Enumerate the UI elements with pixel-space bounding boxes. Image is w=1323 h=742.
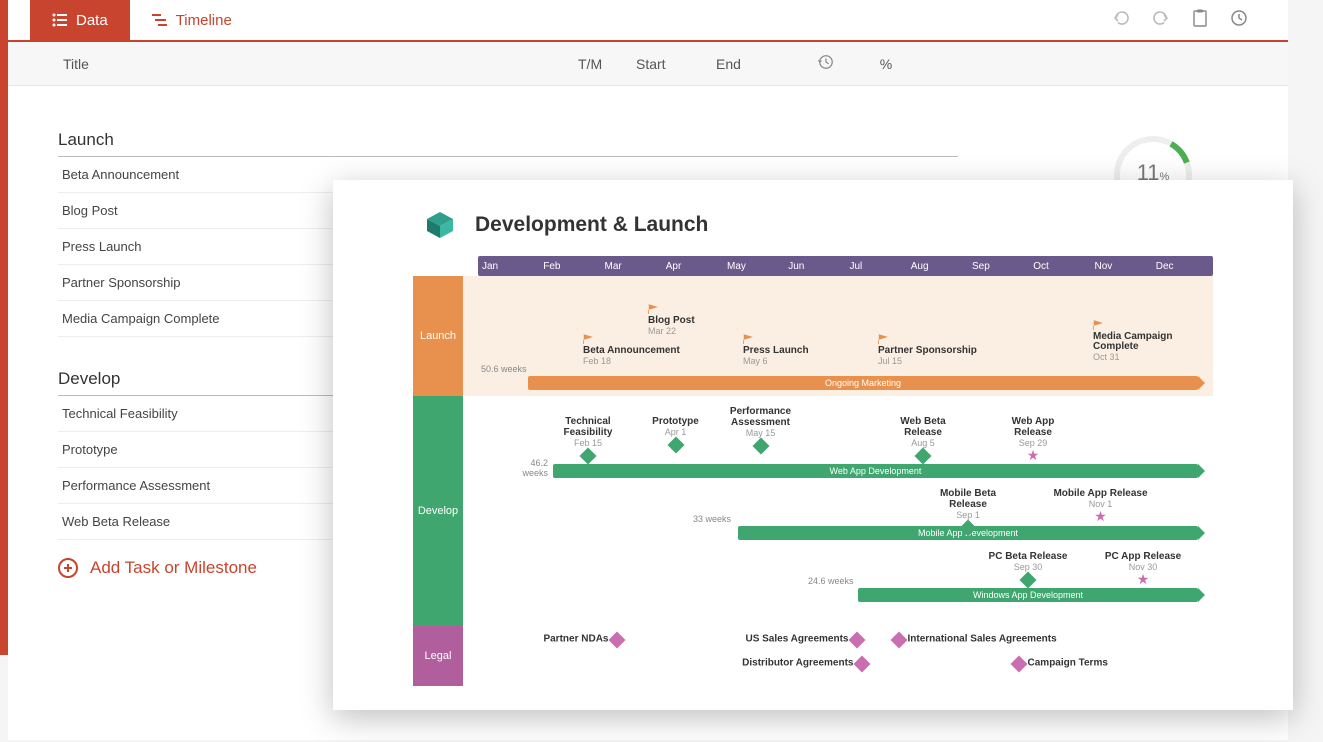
list-icon — [52, 13, 68, 27]
lane-launch-label: Launch — [413, 276, 463, 396]
flag-press-launch[interactable]: Press LaunchMay 6 — [743, 334, 809, 366]
tab-data[interactable]: Data — [30, 0, 130, 41]
ms-pc-release[interactable]: PC App ReleaseNov 30★ — [1103, 551, 1183, 584]
col-end: End — [716, 56, 796, 72]
flag-beta-announcement[interactable]: Beta AnnouncementFeb 18 — [583, 334, 680, 366]
flag-blog-post[interactable]: Blog PostMar 22 — [648, 304, 695, 336]
lane-legal: Legal Partner NDAs US Sales Agreements I… — [413, 626, 1213, 686]
group-launch[interactable]: Launch — [58, 122, 958, 157]
flag-partner-sponsorship[interactable]: Partner SponsorshipJul 15 — [878, 334, 977, 366]
timeline-preview: Development & Launch JanFebMarAprMayJunJ… — [333, 180, 1293, 710]
lane-develop: Develop 46.2 weeks Web App Development T… — [413, 396, 1213, 626]
flag-media-complete[interactable]: Media Campaign CompleteOct 31 — [1093, 320, 1183, 362]
tab-data-label: Data — [76, 12, 108, 29]
bar-web-app[interactable]: Web App Development — [553, 464, 1198, 478]
add-task-button[interactable] — [58, 558, 78, 578]
ms-pc-beta[interactable]: PC Beta ReleaseSep 30 — [988, 551, 1068, 586]
ms-web-release[interactable]: Web App ReleaseSep 29★ — [993, 416, 1073, 460]
ms-tech-feasibility[interactable]: Technical FeasibilityFeb 15 — [553, 416, 623, 462]
lane-develop-label: Develop — [413, 396, 463, 626]
column-headers: Title T/M Start End % — [8, 42, 1288, 86]
undo-button[interactable] — [1112, 9, 1130, 32]
ms-intl-sales[interactable]: International Sales Agreements — [893, 632, 1063, 646]
ms-perf-assess[interactable]: Performance AssessmentMay 15 — [723, 406, 798, 452]
history-icon[interactable] — [1230, 9, 1248, 32]
col-history-icon — [796, 54, 856, 73]
col-pct: % — [856, 56, 916, 72]
app-accent-rail — [0, 0, 8, 655]
lane-legal-label: Legal — [413, 626, 463, 686]
tab-bar: Data Timeline — [8, 0, 1288, 42]
duration-label: 50.6 weeks — [481, 364, 527, 374]
col-title: Title — [8, 56, 578, 72]
tab-timeline[interactable]: Timeline — [130, 0, 254, 41]
duration-label: 24.6 weeks — [808, 576, 854, 586]
ms-mobile-release[interactable]: Mobile App ReleaseNov 1★ — [1053, 488, 1148, 521]
app-logo-icon — [423, 208, 457, 242]
timeline-icon — [152, 13, 168, 27]
bar-windows-app[interactable]: Windows App Development — [858, 588, 1198, 602]
duration-label: 33 weeks — [693, 514, 731, 524]
add-task-label[interactable]: Add Task or Milestone — [90, 558, 257, 578]
month-axis: JanFebMarAprMayJunJulAugSepOctNovDec — [478, 256, 1213, 276]
redo-button[interactable] — [1152, 9, 1170, 32]
ms-campaign-terms[interactable]: Campaign Terms — [1013, 656, 1133, 670]
clipboard-icon[interactable] — [1192, 9, 1208, 32]
col-tm: T/M — [578, 56, 636, 72]
ms-partner-ndas[interactable]: Partner NDAs — [533, 632, 623, 646]
toolbar — [1112, 9, 1288, 32]
ms-mobile-beta[interactable]: Mobile Beta ReleaseSep 1 — [923, 488, 1013, 534]
lane-launch: Launch 50.6 weeks Ongoing Marketing Beta… — [413, 276, 1213, 396]
tab-timeline-label: Timeline — [176, 12, 232, 29]
timeline-title: Development & Launch — [475, 213, 708, 237]
ms-distributor[interactable]: Distributor Agreements — [728, 656, 868, 670]
ms-web-beta[interactable]: Web Beta ReleaseAug 5 — [883, 416, 963, 462]
ms-prototype[interactable]: PrototypeApr 1 — [648, 416, 703, 451]
col-start: Start — [636, 56, 716, 72]
duration-label: 46.2 weeks — [508, 458, 548, 478]
ms-us-sales[interactable]: US Sales Agreements — [733, 632, 863, 646]
bar-ongoing-marketing[interactable]: Ongoing Marketing — [528, 376, 1198, 390]
